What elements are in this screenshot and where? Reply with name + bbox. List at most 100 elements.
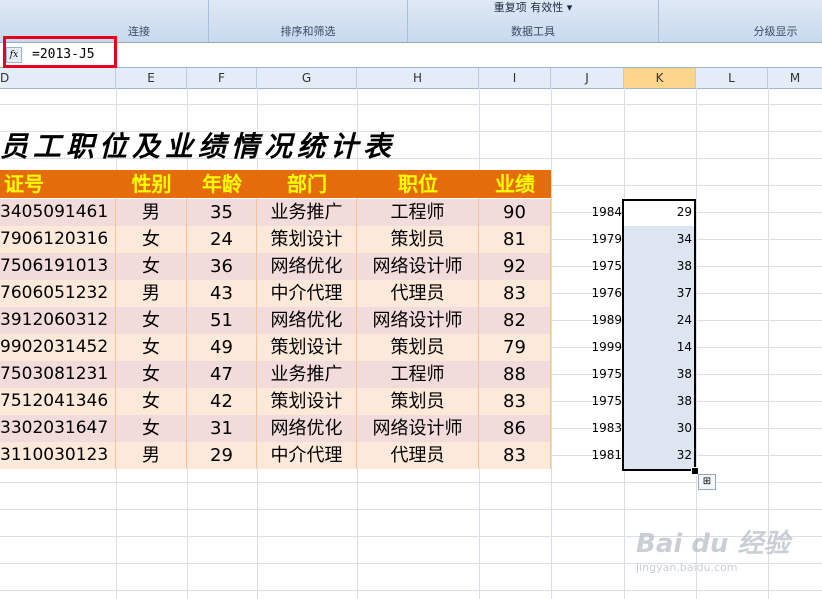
cell-gender[interactable]: 女 (116, 307, 187, 334)
cell-gender[interactable]: 女 (116, 226, 187, 253)
column-header-j[interactable]: J (551, 68, 624, 88)
cell-gender[interactable]: 女 (116, 253, 187, 280)
cell-position[interactable]: 网络设计师 (357, 307, 479, 334)
cell-performance[interactable]: 88 (479, 361, 551, 388)
header-gender[interactable]: 性别 (116, 170, 187, 198)
cell-position[interactable]: 代理员 (357, 442, 479, 469)
cell-id[interactable]: 7606051232 (0, 280, 116, 307)
table-row: 7606051232 男 43 中介代理 代理员 83 (0, 280, 551, 307)
cell-dept[interactable]: 业务推广 (257, 199, 357, 226)
sheet-title[interactable]: 员工职位及业绩情况统计表 (0, 128, 396, 166)
cell-age[interactable]: 29 (187, 442, 257, 469)
cell-id[interactable]: 3912060312 (0, 307, 116, 334)
cell-position[interactable]: 代理员 (357, 280, 479, 307)
cell-performance[interactable]: 86 (479, 415, 551, 442)
header-position[interactable]: 职位 (357, 170, 479, 198)
ribbon-group-buttons[interactable]: 重复项 有效性 ▾ (408, 0, 658, 15)
cell-year[interactable]: 1999 (552, 334, 622, 361)
cell-dept[interactable]: 中介代理 (257, 442, 357, 469)
cell-dept[interactable]: 网络优化 (257, 253, 357, 280)
cell-year[interactable]: 1976 (552, 280, 622, 307)
cell-gender[interactable]: 男 (116, 442, 187, 469)
cell-dept[interactable]: 策划设计 (257, 226, 357, 253)
cell-year[interactable]: 1984 (552, 199, 622, 226)
column-header-k[interactable]: K (624, 68, 696, 88)
cell-id[interactable]: 7906120316 (0, 226, 116, 253)
cell-dept[interactable]: 网络优化 (257, 415, 357, 442)
column-header-m[interactable]: M (768, 68, 822, 88)
cell-year[interactable]: 1983 (552, 415, 622, 442)
cell-gender[interactable]: 男 (116, 199, 187, 226)
cell-performance[interactable]: 83 (479, 442, 551, 469)
cell-id[interactable]: 3110030123 (0, 442, 116, 469)
cell-performance[interactable]: 83 (479, 280, 551, 307)
cell-gender[interactable]: 女 (116, 361, 187, 388)
cell-dept[interactable]: 业务推广 (257, 361, 357, 388)
cell-id[interactable]: 7503081231 (0, 361, 116, 388)
cell-position[interactable]: 工程师 (357, 361, 479, 388)
cell-position[interactable]: 网络设计师 (357, 253, 479, 280)
cell-age[interactable]: 42 (187, 388, 257, 415)
column-header-g[interactable]: G (257, 68, 357, 88)
cell-position[interactable]: 策划员 (357, 226, 479, 253)
watermark-logo: Bai du 经验 (636, 529, 790, 559)
cell-year[interactable]: 1989 (552, 307, 622, 334)
column-header-l[interactable]: L (696, 68, 768, 88)
cell-position[interactable]: 策划员 (357, 334, 479, 361)
grid-hline (0, 590, 822, 591)
cell-gender[interactable]: 女 (116, 388, 187, 415)
cell-performance[interactable]: 81 (479, 226, 551, 253)
cell-age[interactable]: 24 (187, 226, 257, 253)
cell-id[interactable]: 7512041346 (0, 388, 116, 415)
cell-age[interactable]: 36 (187, 253, 257, 280)
cell-year[interactable]: 1979 (552, 226, 622, 253)
column-header-i[interactable]: I (479, 68, 551, 88)
cell-position[interactable]: 工程师 (357, 199, 479, 226)
cell-age[interactable]: 35 (187, 199, 257, 226)
column-header-e[interactable]: E (116, 68, 187, 88)
column-header-d[interactable]: D (0, 68, 116, 88)
cell-age[interactable]: 47 (187, 361, 257, 388)
cell-age[interactable]: 43 (187, 280, 257, 307)
header-id[interactable]: 证号 (0, 170, 116, 198)
cell-year[interactable]: 1981 (552, 442, 622, 469)
cell-performance[interactable]: 82 (479, 307, 551, 334)
cell-performance[interactable]: 83 (479, 388, 551, 415)
cell-year[interactable]: 1975 (552, 361, 622, 388)
cell-age[interactable]: 49 (187, 334, 257, 361)
cell-performance[interactable]: 79 (479, 334, 551, 361)
cell-gender[interactable]: 男 (116, 280, 187, 307)
column-header-f[interactable]: F (187, 68, 257, 88)
cell-dept[interactable]: 网络优化 (257, 307, 357, 334)
cell-performance[interactable]: 92 (479, 253, 551, 280)
cell-gender[interactable]: 女 (116, 415, 187, 442)
table-row: 3912060312 女 51 网络优化 网络设计师 82 (0, 307, 551, 334)
cell-performance[interactable]: 90 (479, 199, 551, 226)
header-age[interactable]: 年龄 (187, 170, 257, 198)
table-header-row: 证号 性别 年龄 部门 职位 业绩 (0, 170, 551, 198)
formula-bar: fx =2013-J5 (0, 43, 822, 68)
cell-dept[interactable]: 中介代理 (257, 280, 357, 307)
cell-dept[interactable]: 策划设计 (257, 388, 357, 415)
cell-age[interactable]: 31 (187, 415, 257, 442)
paste-options-icon[interactable]: ⊞ (698, 474, 716, 490)
table-row: 9902031452 女 49 策划设计 策划员 79 (0, 334, 551, 361)
cell-position[interactable]: 策划员 (357, 388, 479, 415)
cell-dept[interactable]: 策划设计 (257, 334, 357, 361)
ribbon: 连接 排序和筛选 重复项 有效性 ▾ 数据工具 分级显示 (0, 0, 822, 43)
cell-id[interactable]: 7506191013 (0, 253, 116, 280)
cell-year[interactable]: 1975 (552, 388, 622, 415)
cell-position[interactable]: 网络设计师 (357, 415, 479, 442)
cell-id[interactable]: 9902031452 (0, 334, 116, 361)
column-header-h[interactable]: H (357, 68, 479, 88)
table-row: 7503081231 女 47 业务推广 工程师 88 (0, 361, 551, 388)
grid-hline (0, 509, 822, 510)
cell-id[interactable]: 3302031647 (0, 415, 116, 442)
header-performance[interactable]: 业绩 (479, 170, 551, 198)
header-dept[interactable]: 部门 (257, 170, 357, 198)
cell-year[interactable]: 1975 (552, 253, 622, 280)
cell-id[interactable]: 3405091461 (0, 199, 116, 226)
cell-gender[interactable]: 女 (116, 334, 187, 361)
table-row: 7506191013 女 36 网络优化 网络设计师 92 (0, 253, 551, 280)
cell-age[interactable]: 51 (187, 307, 257, 334)
